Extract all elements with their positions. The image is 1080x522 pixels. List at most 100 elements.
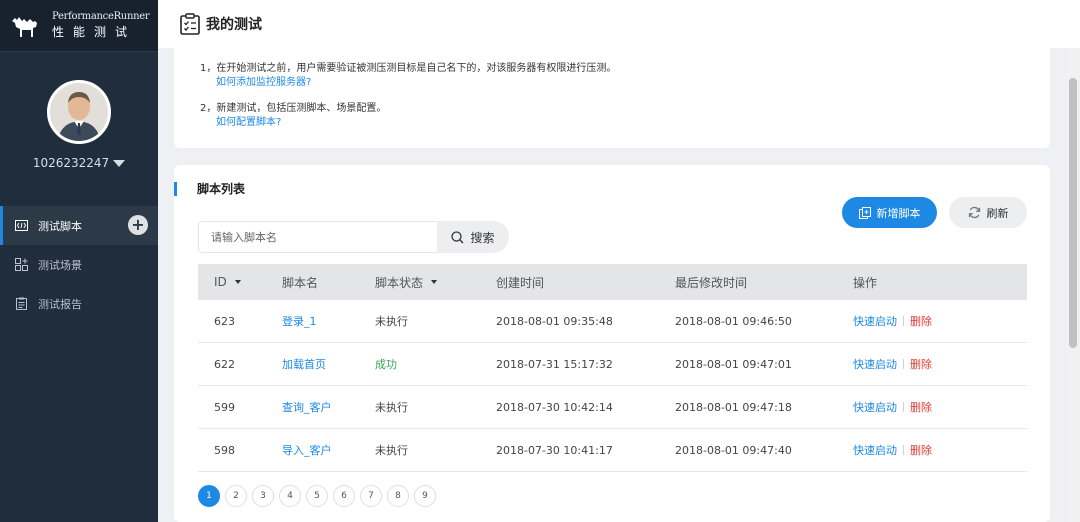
- page-header: 我的测试: [158, 0, 1080, 48]
- add-copy-icon: [858, 206, 871, 219]
- sidebar-item-label: 测试场景: [38, 258, 82, 272]
- code-icon: [14, 219, 28, 233]
- add-script-label: 新增脚本: [876, 206, 921, 220]
- cell-status: 未执行: [375, 401, 408, 414]
- avatar-image-icon: [50, 83, 108, 141]
- scrollbar-thumb[interactable]: [1069, 78, 1077, 348]
- sort-caret-icon: [234, 280, 241, 284]
- col-created-header: 创建时间: [496, 275, 545, 290]
- tip-text-1: 1，在开始测试之前，用户需要验证被测压测目标是自己名下的，对该服务器有权限进行压…: [200, 63, 617, 74]
- username-dropdown[interactable]: 1026232247: [32, 156, 126, 170]
- page-button[interactable]: 6: [333, 485, 355, 507]
- page-button[interactable]: 2: [225, 485, 247, 507]
- col-modified-header: 最后修改时间: [675, 275, 748, 290]
- refresh-button[interactable]: 刷新: [949, 197, 1027, 228]
- cell-modified: 2018-08-01 09:47:01: [675, 357, 792, 371]
- refresh-icon: [968, 206, 980, 219]
- delete-link[interactable]: 删除: [910, 313, 932, 329]
- divider: [903, 316, 904, 326]
- table-row: 598 导入_客户 未执行 2018-07-30 10:41:17 2018-0…: [198, 429, 1027, 472]
- sidebar-item-test-reports[interactable]: 测试报告: [0, 284, 158, 323]
- sidebar: PerformanceRunner 性能测试 1026232247 测试脚本 +…: [0, 0, 158, 522]
- page-button[interactable]: 7: [360, 485, 382, 507]
- sidebar-menu: 测试脚本 + 测试场景 测试报告: [0, 206, 158, 323]
- quick-start-link[interactable]: 快速启动: [853, 313, 897, 329]
- divider: [903, 445, 904, 455]
- col-status-header[interactable]: 脚本状态: [375, 274, 496, 291]
- pagination: 1 2 3 4 5 6 7 8 9: [198, 485, 441, 507]
- cell-status: 未执行: [375, 444, 408, 457]
- brand-name-en: PerformanceRunner: [52, 11, 150, 22]
- caret-down-icon: [113, 159, 126, 167]
- add-script-plus-icon[interactable]: +: [128, 215, 148, 235]
- cell-status: 未执行: [375, 315, 408, 328]
- camel-logo-icon: [12, 16, 37, 37]
- filter-caret-icon: [431, 280, 438, 284]
- table-header: ID 脚本名 脚本状态 创建时间 最后修改时间 操作: [198, 264, 1027, 300]
- page-button[interactable]: 4: [279, 485, 301, 507]
- col-actions-header: 操作: [853, 275, 878, 290]
- cell-id: 622: [214, 357, 235, 371]
- user-profile: 1026232247: [0, 52, 158, 192]
- page-title: 我的测试: [206, 17, 262, 33]
- delete-link[interactable]: 删除: [910, 442, 932, 458]
- table-row: 623 登录_1 未执行 2018-08-01 09:35:48 2018-08…: [198, 300, 1027, 343]
- cell-created: 2018-07-31 15:17:32: [496, 357, 613, 371]
- add-script-button[interactable]: 新增脚本: [842, 197, 937, 228]
- col-name-header: 脚本名: [282, 275, 319, 290]
- delete-link[interactable]: 删除: [910, 399, 932, 415]
- cell-status: 成功: [375, 358, 397, 371]
- divider: [903, 359, 904, 369]
- page-button[interactable]: 1: [198, 485, 220, 507]
- cell-id: 598: [214, 443, 235, 457]
- cell-created: 2018-08-01 09:35:48: [496, 314, 613, 328]
- search-label: 搜索: [470, 230, 495, 245]
- quick-start-link[interactable]: 快速启动: [853, 356, 897, 372]
- refresh-label: 刷新: [986, 206, 1009, 220]
- report-icon: [14, 297, 28, 311]
- sidebar-item-test-scripts[interactable]: 测试脚本 +: [0, 206, 158, 245]
- clipboard-check-icon: [180, 13, 200, 35]
- scrollbar[interactable]: [1066, 48, 1080, 522]
- script-name-link[interactable]: 登录_1: [282, 313, 375, 329]
- sidebar-item-label: 测试报告: [38, 297, 82, 311]
- script-table: ID 脚本名 脚本状态 创建时间 最后修改时间 操作 623 登录_1 未执行 …: [198, 264, 1027, 472]
- script-list-panel: 脚本列表 新增脚本 刷新 搜索 ID 脚本名 脚本状态 创建时间 最后修改时间 …: [174, 165, 1050, 522]
- search-button[interactable]: 搜索: [437, 221, 509, 253]
- panel-title: 脚本列表: [174, 182, 245, 196]
- script-name-link[interactable]: 查询_客户: [282, 399, 375, 415]
- username-label: 1026232247: [32, 156, 110, 170]
- avatar[interactable]: [47, 80, 111, 144]
- cell-modified: 2018-08-01 09:47:40: [675, 443, 792, 457]
- tips-panel: 1，在开始测试之前，用户需要验证被测压测目标是自己名下的，对该服务器有权限进行压…: [174, 48, 1050, 148]
- page-button[interactable]: 8: [387, 485, 409, 507]
- table-row: 622 加载首页 成功 2018-07-31 15:17:32 2018-08-…: [198, 343, 1027, 386]
- brand[interactable]: PerformanceRunner 性能测试: [0, 0, 158, 52]
- tip-text-2: 2，新建测试，包括压测脚本、场景配置。: [200, 103, 387, 114]
- search-icon: [451, 230, 464, 243]
- delete-link[interactable]: 删除: [910, 356, 932, 372]
- cell-created: 2018-07-30 10:41:17: [496, 443, 613, 457]
- page-button[interactable]: 9: [414, 485, 436, 507]
- quick-start-link[interactable]: 快速启动: [853, 399, 897, 415]
- sidebar-item-test-scenes[interactable]: 测试场景: [0, 245, 158, 284]
- cell-id: 599: [214, 400, 235, 414]
- brand-name-cn: 性能测试: [52, 25, 137, 39]
- configure-script-link[interactable]: 如何配置脚本?: [200, 116, 1050, 130]
- divider: [903, 402, 904, 412]
- search-input[interactable]: [198, 221, 438, 253]
- cell-modified: 2018-08-01 09:46:50: [675, 314, 792, 328]
- cell-id: 623: [214, 314, 235, 328]
- add-monitor-server-link[interactable]: 如何添加监控服务器?: [200, 76, 1050, 90]
- table-row: 599 查询_客户 未执行 2018-07-30 10:42:14 2018-0…: [198, 386, 1027, 429]
- scene-icon: [14, 258, 28, 272]
- sidebar-item-label: 测试脚本: [38, 219, 82, 233]
- page-button[interactable]: 5: [306, 485, 328, 507]
- script-name-link[interactable]: 导入_客户: [282, 442, 375, 458]
- page-button[interactable]: 3: [252, 485, 274, 507]
- cell-modified: 2018-08-01 09:47:18: [675, 400, 792, 414]
- script-name-link[interactable]: 加载首页: [282, 356, 375, 372]
- cell-created: 2018-07-30 10:42:14: [496, 400, 613, 414]
- quick-start-link[interactable]: 快速启动: [853, 442, 897, 458]
- col-id-header[interactable]: ID: [198, 275, 282, 289]
